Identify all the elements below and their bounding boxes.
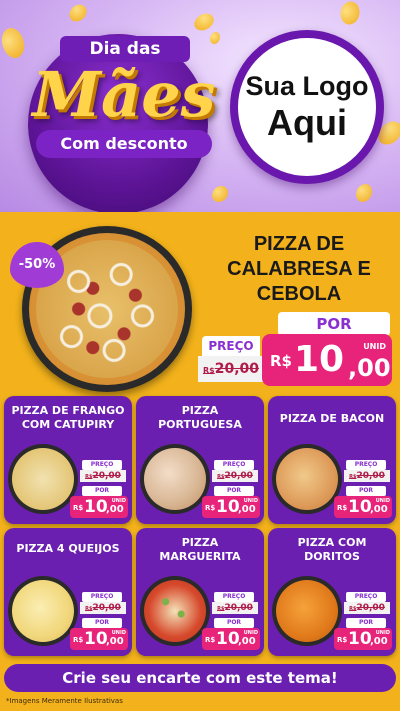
price-box: R$ 10,00 UNID — [334, 496, 392, 518]
featured-old-price: R$20,00 — [198, 356, 264, 382]
price-integer: 10 — [294, 339, 345, 380]
old-price: R$20,00 — [344, 470, 390, 482]
product-card[interactable]: PIZZA PORTUGUESA PREÇO R$20,00 POR R$ 10,… — [136, 396, 264, 524]
product-card[interactable]: PIZZA MARGUERITA PREÇO R$20,00 POR R$ 10,… — [136, 528, 264, 656]
featured-offer: -50% PIZZA DE CALABRESA E CEBOLA POR PRE… — [0, 212, 400, 394]
product-name: PIZZA COM DORITOS — [297, 536, 367, 563]
featured-preco-label: PREÇO — [202, 336, 260, 356]
logo-text-line2: Aqui — [267, 102, 347, 143]
preco-label: PREÇO — [346, 592, 386, 602]
header-banner: Dia das Mães Com desconto Sua Logo Aqui — [0, 0, 400, 212]
product-card[interactable]: PIZZA 4 QUEIJOS PREÇO R$20,00 POR R$ 10,0… — [4, 528, 132, 656]
pizza-image — [272, 576, 342, 646]
por-label: POR — [346, 618, 386, 628]
disclaimer: *Imagens Meramente Ilustrativas — [6, 697, 123, 705]
logo-placeholder[interactable]: Sua Logo Aqui — [230, 30, 384, 184]
preco-label: PREÇO — [214, 592, 254, 602]
logo-text-line1: Sua Logo — [245, 71, 369, 101]
featured-price-box: R$ 10 ,00 UNID — [262, 334, 392, 386]
featured-por-label: POR — [278, 312, 390, 336]
old-currency: R$ — [202, 366, 215, 375]
price-box: R$ 10,00 UNID — [70, 496, 128, 518]
old-price: R$20,00 — [212, 602, 258, 614]
pizza-image — [8, 576, 78, 646]
discount-heart-badge: -50% — [10, 242, 64, 288]
old-price: R$20,00 — [212, 470, 258, 482]
product-name: PIZZA DE FRANGO COM CATUPIRY — [11, 404, 125, 431]
pizza-image — [140, 444, 210, 514]
product-name: PIZZA PORTUGUESA — [158, 404, 242, 431]
product-name: PIZZA 4 QUEIJOS — [16, 542, 120, 555]
product-name: PIZZA MARGUERITA — [159, 536, 241, 563]
preco-label: PREÇO — [214, 460, 254, 470]
old-price: R$20,00 — [344, 602, 390, 614]
old-price: R$20,00 — [80, 470, 126, 482]
product-card[interactable]: PIZZA DE FRANGO COM CATUPIRY PREÇO R$20,… — [4, 396, 132, 524]
cta-button[interactable]: Crie seu encarte com este tema! — [4, 664, 396, 692]
petal-decoration — [356, 184, 372, 202]
product-name: PIZZA DE BACON — [279, 412, 385, 425]
pizza-image — [8, 444, 78, 514]
por-label: POR — [214, 618, 254, 628]
petal-decoration — [336, 0, 364, 27]
preco-label: PREÇO — [82, 460, 122, 470]
price-cents: ,00 — [348, 354, 391, 382]
price-unit: UNID — [363, 342, 386, 351]
pizza-image — [140, 576, 210, 646]
old-price-value: 20,00 — [214, 361, 260, 377]
title-main: Mães — [32, 58, 216, 131]
por-label: POR — [346, 486, 386, 496]
title-badge: Dia das Mães Com desconto — [18, 30, 218, 212]
preco-label: PREÇO — [82, 592, 122, 602]
price-currency: R$ — [270, 352, 292, 370]
product-card[interactable]: PIZZA COM DORITOS PREÇO R$20,00 POR R$ 10… — [268, 528, 396, 656]
price-box: R$ 10,00 UNID — [70, 628, 128, 650]
price-box: R$ 10,00 UNID — [202, 496, 260, 518]
por-label: POR — [82, 618, 122, 628]
por-label: POR — [82, 486, 122, 496]
old-price: R$20,00 — [80, 602, 126, 614]
por-label: POR — [214, 486, 254, 496]
price-box: R$ 10,00 UNID — [202, 628, 260, 650]
price-box: R$ 10,00 UNID — [334, 628, 392, 650]
featured-product-name: PIZZA DE CALABRESA E CEBOLA — [227, 233, 371, 305]
preco-label: PREÇO — [346, 460, 386, 470]
product-card[interactable]: PIZZA DE BACON PREÇO R$20,00 POR R$ 10,00… — [268, 396, 396, 524]
petal-decoration — [67, 1, 89, 25]
pizza-image — [272, 444, 342, 514]
title-bottom: Com desconto — [36, 130, 212, 158]
